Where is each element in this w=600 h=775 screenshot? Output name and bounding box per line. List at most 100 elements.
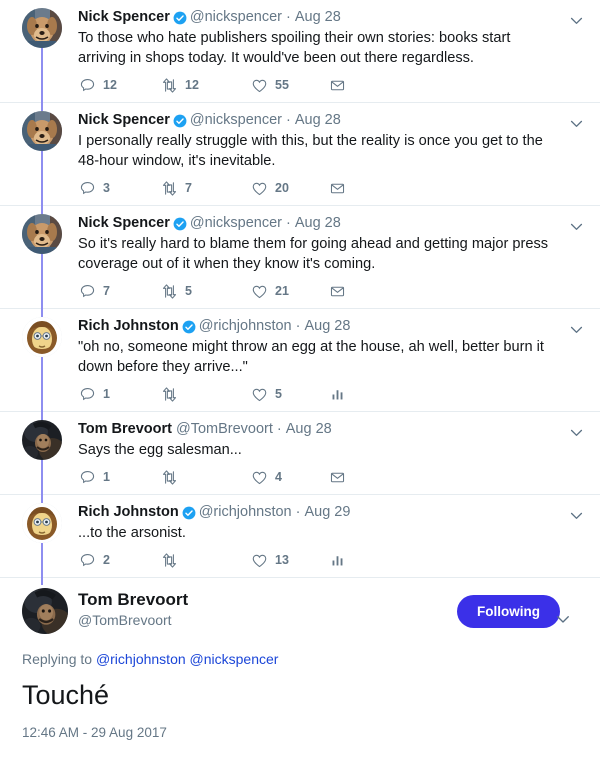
tweet-row[interactable]: Tom Brevoort @TomBrevoort · Aug 28 Says the …: [0, 406, 600, 502]
verified-badge-icon: [182, 506, 196, 520]
verified-badge-icon: [182, 320, 196, 334]
tweet-date[interactable]: Aug 28: [304, 317, 350, 336]
analytics-action[interactable]: [328, 385, 358, 403]
like-count: 5: [275, 387, 282, 401]
tweet-row[interactable]: Nick Spencer @nickspencer · Aug 28 I persona…: [0, 97, 600, 213]
replying-to-mention-2[interactable]: @nickspencer: [190, 651, 279, 667]
handle[interactable]: @nickspencer: [190, 8, 282, 27]
display-name[interactable]: Rich Johnston: [78, 317, 179, 336]
tweet-body: Nick Spencer @nickspencer · Aug 28 So it's r…: [70, 214, 586, 302]
speech-bubble-icon: [78, 468, 96, 486]
dark-photo-avatar-icon: [22, 588, 68, 634]
tweet-text: To those who hate publishers spoiling th…: [78, 30, 511, 66]
tweet-author-line: Nick Spencer @nickspencer · Aug 28: [78, 111, 558, 130]
reply-action[interactable]: 3: [78, 179, 160, 197]
tweet-date[interactable]: Aug 29: [304, 503, 350, 522]
avatar[interactable]: [22, 503, 62, 543]
envelope-icon: [328, 282, 346, 300]
main-handle[interactable]: @TomBrevoort: [78, 611, 457, 630]
verified-badge-icon: [173, 217, 187, 231]
tweet-row[interactable]: Nick Spencer @nickspencer · Aug 28 To those …: [0, 0, 600, 110]
retweet-icon: [160, 468, 178, 486]
replying-to-prefix: Replying to: [22, 651, 96, 667]
handle[interactable]: @nickspencer: [190, 111, 282, 130]
thread-connector-line: [41, 406, 43, 420]
tweet-date[interactable]: Aug 28: [295, 214, 341, 233]
chevron-down-icon[interactable]: [568, 321, 586, 339]
cartoon-face-avatar-icon: [22, 503, 62, 543]
retweet-action[interactable]: 5: [160, 282, 250, 300]
avatar[interactable]: [22, 111, 62, 151]
retweet-action[interactable]: [160, 551, 250, 569]
analytics-bars-icon: [328, 551, 346, 569]
reply-action[interactable]: 1: [78, 468, 160, 486]
retweet-action[interactable]: 7: [160, 179, 250, 197]
handle[interactable]: @richjohnston: [199, 317, 292, 336]
chevron-down-icon[interactable]: [568, 218, 586, 236]
tweet-date[interactable]: Aug 28: [295, 111, 341, 130]
tweet-date[interactable]: Aug 28: [295, 8, 341, 27]
tweet-actions: 12 12 55: [78, 74, 558, 96]
speech-bubble-icon: [78, 282, 96, 300]
like-action[interactable]: 55: [250, 76, 328, 94]
chevron-down-icon[interactable]: [568, 424, 586, 442]
like-action[interactable]: 5: [250, 385, 328, 403]
reply-count: 1: [103, 470, 110, 484]
avatar[interactable]: [22, 420, 62, 460]
avatar-column: [22, 489, 70, 585]
like-action[interactable]: 13: [250, 551, 328, 569]
avatar-column: [22, 406, 70, 502]
chevron-down-icon[interactable]: [554, 610, 572, 628]
display-name[interactable]: Nick Spencer: [78, 214, 170, 233]
tweet-timestamp[interactable]: 12:46 AM - 29 Aug 2017: [22, 725, 586, 740]
handle[interactable]: @TomBrevoort: [176, 420, 273, 439]
tweet-row[interactable]: Rich Johnston @richjohnston · Aug 28 "oh no,…: [0, 303, 600, 419]
retweet-count: 7: [185, 181, 192, 195]
direct-message-action[interactable]: [328, 179, 358, 197]
direct-message-action[interactable]: [328, 468, 358, 486]
retweet-action[interactable]: 12: [160, 76, 250, 94]
thread-connector-line: [41, 97, 43, 111]
analytics-action[interactable]: [328, 551, 358, 569]
tweet-date[interactable]: Aug 28: [286, 420, 332, 439]
reply-action[interactable]: 1: [78, 385, 160, 403]
heart-icon: [250, 551, 268, 569]
tweet-row[interactable]: Nick Spencer @nickspencer · Aug 28 So it's r…: [0, 200, 600, 316]
retweet-action[interactable]: [160, 385, 250, 403]
display-name[interactable]: Tom Brevoort: [78, 420, 172, 439]
chevron-down-icon[interactable]: [568, 115, 586, 133]
separator-dot: ·: [285, 215, 291, 231]
avatar[interactable]: [22, 317, 62, 357]
reply-action[interactable]: 2: [78, 551, 160, 569]
replying-to-mention-1[interactable]: @richjohnston: [96, 651, 186, 667]
avatar[interactable]: [22, 214, 62, 254]
following-button[interactable]: Following: [457, 594, 560, 628]
like-action[interactable]: 20: [250, 179, 328, 197]
chevron-down-icon[interactable]: [568, 507, 586, 525]
handle[interactable]: @richjohnston: [199, 503, 292, 522]
handle[interactable]: @nickspencer: [190, 214, 282, 233]
like-count: 4: [275, 470, 282, 484]
display-name[interactable]: Nick Spencer: [78, 111, 170, 130]
reply-action[interactable]: 7: [78, 282, 160, 300]
direct-message-action[interactable]: [328, 76, 358, 94]
like-action[interactable]: 4: [250, 468, 328, 486]
reply-count: 7: [103, 284, 110, 298]
heart-icon: [250, 76, 268, 94]
main-tweet: Tom Brevoort @TomBrevoort Following Repl…: [0, 568, 600, 740]
verified-badge-icon: [173, 114, 187, 128]
main-display-name[interactable]: Tom Brevoort: [78, 589, 457, 611]
retweet-count: 5: [185, 284, 192, 298]
tweet-row[interactable]: Rich Johnston @richjohnston · Aug 29 ...to t…: [0, 489, 600, 585]
like-action[interactable]: 21: [250, 282, 328, 300]
verified-badge-icon: [173, 11, 187, 25]
chevron-down-icon[interactable]: [568, 12, 586, 30]
retweet-icon: [160, 385, 178, 403]
avatar[interactable]: [22, 8, 62, 48]
direct-message-action[interactable]: [328, 282, 358, 300]
reply-action[interactable]: 12: [78, 76, 160, 94]
avatar[interactable]: [22, 588, 68, 634]
retweet-action[interactable]: [160, 468, 250, 486]
display-name[interactable]: Nick Spencer: [78, 8, 170, 27]
display-name[interactable]: Rich Johnston: [78, 503, 179, 522]
